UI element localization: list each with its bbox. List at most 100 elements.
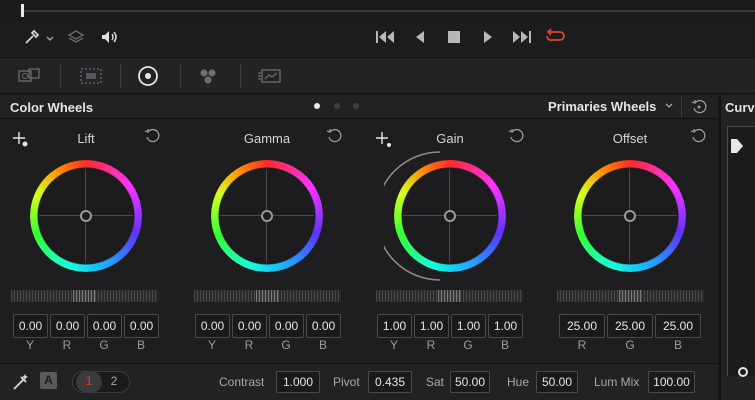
- color-match-icon[interactable]: [78, 65, 104, 92]
- pivot-field[interactable]: 0.435: [368, 371, 412, 393]
- wheel-center-handle[interactable]: [261, 210, 273, 222]
- timeline-track: [22, 10, 755, 12]
- contrast-field[interactable]: 1.000: [276, 371, 320, 393]
- lift-g-field[interactable]: 0.00: [87, 314, 122, 338]
- lift-r-field[interactable]: 0.00: [50, 314, 85, 338]
- gamma-label: Gamma: [243, 131, 291, 146]
- volume-icon[interactable]: [98, 28, 120, 52]
- sat-field[interactable]: 50.00: [450, 371, 490, 393]
- toolbar-divider: [120, 64, 121, 88]
- lift-wheel[interactable]: [30, 160, 142, 272]
- palette-toolbar: [0, 57, 755, 94]
- gain-r-field[interactable]: 1.00: [414, 314, 449, 338]
- gamma-b-field[interactable]: 0.00: [306, 314, 341, 338]
- channel-label: B: [673, 338, 682, 352]
- timeline-scrubber[interactable]: [0, 0, 755, 24]
- gain-label: Gain: [436, 131, 464, 146]
- picker-crosshair-icon[interactable]: [12, 131, 30, 154]
- channel-label: R: [244, 338, 254, 352]
- stop-icon[interactable]: [446, 28, 462, 50]
- auto-button[interactable]: A: [40, 372, 57, 389]
- lift-b-field[interactable]: 0.00: [124, 314, 159, 338]
- channel-label: B: [500, 338, 509, 352]
- gamma-y-field[interactable]: 0.00: [195, 314, 230, 338]
- offset-g-field[interactable]: 25.00: [607, 314, 653, 338]
- channel-label: Y: [207, 338, 216, 352]
- gain-g-field[interactable]: 1.00: [451, 314, 486, 338]
- gamma-g-field[interactable]: 0.00: [269, 314, 304, 338]
- skip-back-icon[interactable]: [375, 28, 397, 50]
- header-divider: [681, 96, 682, 118]
- offset-master-slider[interactable]: [557, 290, 704, 302]
- channel-label: Y: [389, 338, 398, 352]
- hue-field[interactable]: 50.00: [536, 371, 578, 393]
- curve-point[interactable]: [738, 367, 748, 377]
- auto-balance-icon[interactable]: [11, 372, 31, 397]
- curve-handle-top[interactable]: [731, 139, 743, 158]
- channel-label: G: [99, 338, 109, 352]
- lum-mix-field[interactable]: 100.00: [648, 371, 695, 393]
- channel-label: B: [318, 338, 327, 352]
- gain-y-field[interactable]: 1.00: [377, 314, 412, 338]
- loop-icon[interactable]: [543, 28, 567, 50]
- page-1-button[interactable]: 1: [76, 371, 102, 393]
- contrast-label: Contrast: [219, 375, 265, 389]
- gain-b-field[interactable]: 1.00: [488, 314, 523, 338]
- wheel-mode-dropdown[interactable]: Primaries Wheels: [548, 99, 674, 114]
- offset-b-field[interactable]: 25.00: [655, 314, 701, 338]
- lum-mix-label: Lum Mix: [594, 375, 640, 389]
- wheel-center-handle[interactable]: [444, 210, 456, 222]
- offset-wheel[interactable]: [574, 160, 686, 272]
- curves-graph[interactable]: [727, 126, 755, 376]
- pivot-label: Pivot: [333, 375, 360, 389]
- sat-label: Sat: [426, 375, 445, 389]
- camera-raw-icon[interactable]: [16, 65, 44, 92]
- lift-label: Lift: [77, 131, 95, 146]
- slider-knob[interactable]: [438, 290, 460, 302]
- gamma-wheel[interactable]: [211, 160, 323, 272]
- eyedropper-icon[interactable]: [22, 28, 42, 52]
- toolbar-divider: [180, 64, 181, 88]
- channel-label: R: [62, 338, 72, 352]
- curves-title: Curv: [725, 100, 755, 115]
- page-dot[interactable]: [334, 103, 340, 109]
- gain-master-slider[interactable]: [376, 290, 523, 302]
- toolbar-divider: [240, 64, 241, 88]
- chevron-down-icon: [664, 99, 674, 114]
- channel-label: R: [426, 338, 436, 352]
- color-wheels-icon[interactable]: [137, 65, 159, 92]
- skip-forward-icon[interactable]: [510, 28, 532, 50]
- page-2-button[interactable]: 2: [102, 371, 126, 393]
- offset-r-field[interactable]: 25.00: [559, 314, 605, 338]
- step-back-icon[interactable]: [412, 28, 428, 50]
- panel-title: Color Wheels: [10, 100, 94, 115]
- channel-label: G: [463, 338, 473, 352]
- slider-knob[interactable]: [73, 290, 95, 302]
- rgb-mixer-icon[interactable]: [197, 65, 221, 92]
- gain-wheel[interactable]: [394, 160, 506, 272]
- gamma-r-field[interactable]: 0.00: [232, 314, 267, 338]
- wheel-center-handle[interactable]: [624, 210, 636, 222]
- page-dot[interactable]: [353, 103, 359, 109]
- lift-master-slider[interactable]: [11, 290, 158, 302]
- gain-reset-icon[interactable]: [508, 128, 524, 148]
- gamma-reset-icon[interactable]: [326, 128, 342, 148]
- slider-knob[interactable]: [619, 290, 641, 302]
- layers-icon[interactable]: [66, 28, 86, 52]
- lift-y-field[interactable]: 0.00: [13, 314, 48, 338]
- slider-knob[interactable]: [256, 290, 278, 302]
- lift-reset-icon[interactable]: [144, 128, 160, 148]
- wheel-center-handle[interactable]: [80, 210, 92, 222]
- offset-reset-icon[interactable]: [690, 128, 706, 148]
- gamma-master-slider[interactable]: [194, 290, 341, 302]
- motion-effects-icon[interactable]: [257, 65, 283, 92]
- channel-label: R: [577, 338, 587, 352]
- reset-all-icon[interactable]: [691, 99, 707, 120]
- channel-label: G: [281, 338, 291, 352]
- playhead[interactable]: [21, 4, 24, 17]
- offset-label: Offset: [612, 131, 648, 146]
- play-icon[interactable]: [480, 28, 496, 50]
- toolbar-divider: [60, 64, 61, 88]
- chevron-down-icon[interactable]: [44, 28, 56, 50]
- page-dot-active[interactable]: [314, 103, 320, 109]
